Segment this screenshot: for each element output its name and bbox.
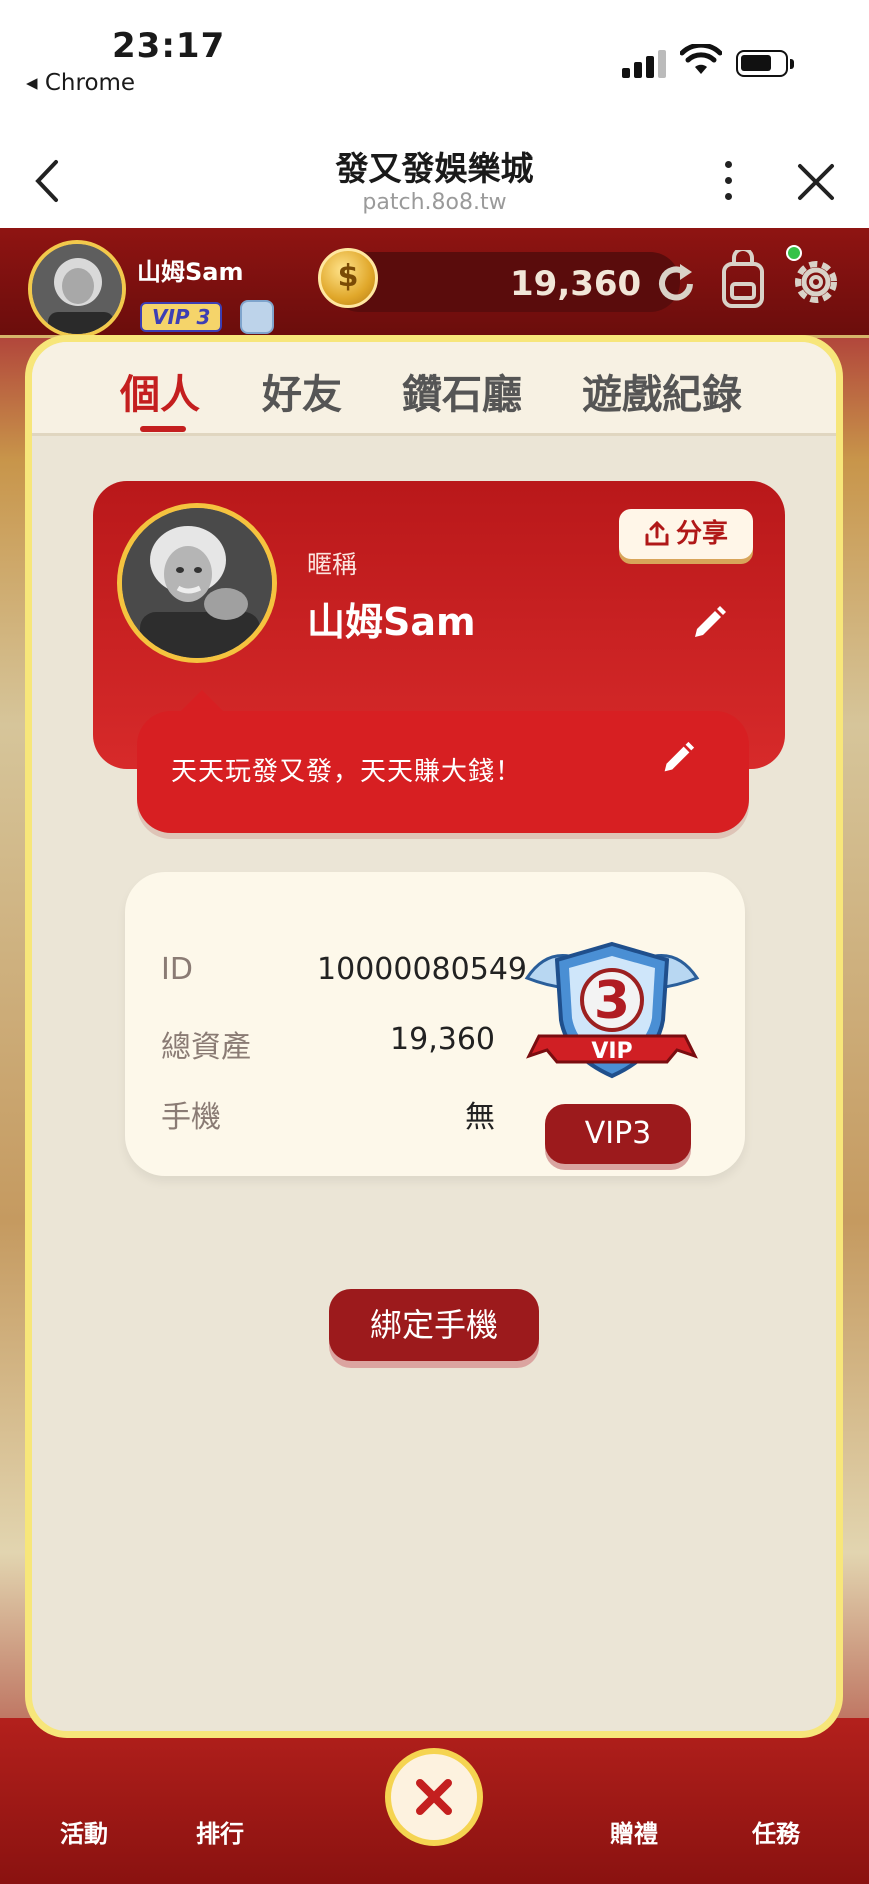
share-button[interactable]: 分享 [619, 509, 753, 559]
gear-icon[interactable] [786, 252, 846, 312]
player-name: 山姆Sam [137, 258, 244, 286]
motto-bubble: 天天玩發又發，天天賺大錢！ [137, 711, 749, 833]
nav-item-tasks[interactable]: 任務 [752, 1814, 800, 1849]
bag-icon[interactable] [718, 250, 768, 310]
avatar[interactable] [117, 503, 277, 663]
notification-dot [786, 245, 802, 261]
more-vertical-icon[interactable] [716, 156, 740, 208]
tab-personal[interactable]: 個人 [120, 362, 200, 420]
id-label: ID [161, 952, 193, 987]
nav-item-events[interactable]: 活動 [60, 1814, 108, 1849]
close-icon[interactable] [796, 162, 836, 202]
phone-label: 手機 [161, 1100, 221, 1135]
game-top-bar: 山姆Sam VIP 3 $ 19,360 [0, 228, 869, 338]
motto-text: 天天玩發又發，天天賺大錢！ [171, 757, 523, 787]
vip-level-tag: VIP 3 [140, 302, 223, 332]
nickname: 山姆Sam [307, 600, 476, 644]
vip-level-button[interactable]: VIP3 [545, 1104, 691, 1164]
total-assets-value: 19,360 [390, 1022, 495, 1057]
tab-diamond-hall[interactable]: 鑽石廳 [402, 362, 522, 420]
back-to-app-link[interactable]: ◂ Chrome [26, 70, 135, 96]
nav-item-gifts[interactable]: 贈禮 [610, 1814, 658, 1849]
phone-value: 無 [465, 1100, 495, 1135]
coin-icon: $ [318, 248, 378, 308]
vip-number: 3 [594, 971, 630, 1031]
nickname-label: 暱稱 [307, 550, 358, 579]
refresh-icon[interactable] [654, 262, 698, 306]
tab-game-records[interactable]: 遊戲紀錄 [582, 362, 742, 420]
nav-item-ranking[interactable]: 排行 [196, 1814, 244, 1849]
balance-value: 19,360 [510, 264, 642, 304]
pencil-icon[interactable] [687, 603, 729, 645]
status-bar: 23:17 ◂ Chrome [0, 0, 869, 120]
account-info-card: ID 10000080549 總資產 19,360 手機 無 3 VIP VIP… [125, 872, 745, 1176]
share-icon [645, 520, 669, 546]
browser-header: 發又發娛樂城 patch.8o8.tw [0, 120, 869, 228]
battery-icon [736, 50, 794, 77]
vip-ribbon-label: VIP [591, 1039, 632, 1064]
vip-shield-icon: 3 VIP [524, 941, 700, 1079]
profile-modal: 個人 好友 鑽石廳 遊戲紀錄 暱稱 山姆Sam 分享 天天玩發又發，天天賺大錢！… [25, 335, 843, 1738]
total-assets-label: 總資產 [161, 1030, 251, 1065]
shield-icon [240, 300, 274, 334]
clock: 23:17 [112, 26, 226, 66]
tab-bar: 個人 好友 鑽石廳 遊戲紀錄 [32, 342, 836, 436]
close-icon [416, 1779, 452, 1815]
share-label: 分享 [675, 519, 728, 549]
modal-close-button[interactable] [385, 1748, 483, 1846]
bind-phone-button[interactable]: 綁定手機 [329, 1289, 539, 1361]
cellular-signal-icon [622, 48, 666, 78]
pencil-icon[interactable] [657, 739, 697, 779]
wifi-icon [680, 44, 722, 74]
avatar[interactable] [28, 240, 126, 338]
active-tab-indicator [140, 426, 186, 432]
tab-friends[interactable]: 好友 [262, 362, 342, 420]
id-value: 10000080549 [317, 952, 527, 987]
